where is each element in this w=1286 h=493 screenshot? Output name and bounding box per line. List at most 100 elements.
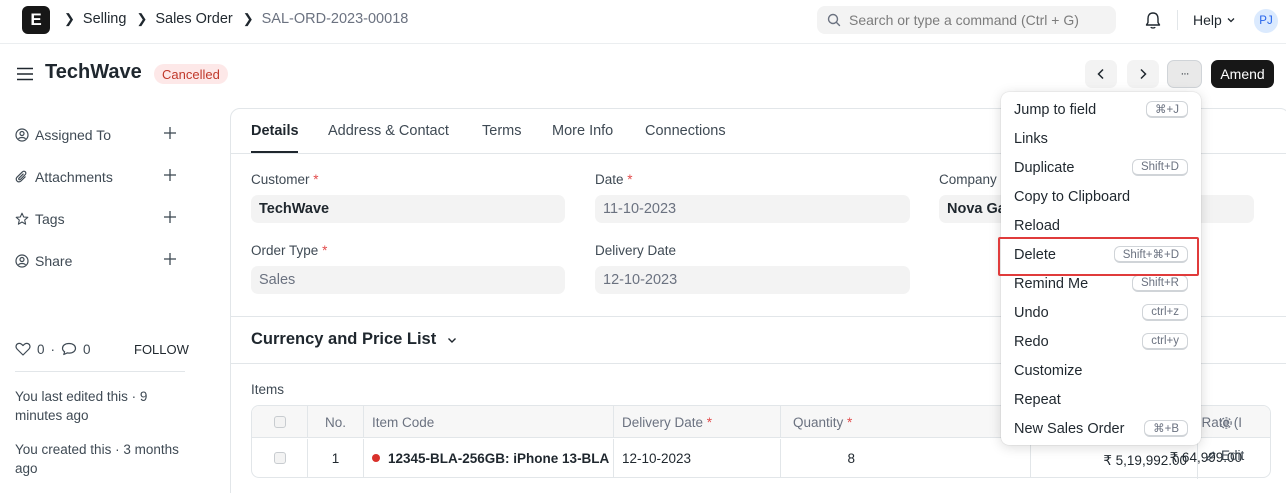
row-checkbox-cell[interactable] xyxy=(252,439,308,477)
menu-item-reload[interactable]: Reload xyxy=(1001,211,1201,240)
plus-icon[interactable] xyxy=(163,126,177,140)
search-input[interactable] xyxy=(849,12,1109,28)
tab-terms[interactable]: Terms xyxy=(482,123,521,139)
likes-count: 0 xyxy=(37,341,45,357)
plus-icon[interactable] xyxy=(163,210,177,224)
divider xyxy=(15,371,185,372)
menu-item-links[interactable]: Links xyxy=(1001,124,1201,153)
shortcut-badge: ctrl+z xyxy=(1142,304,1188,321)
row-no: 1 xyxy=(308,439,364,477)
more-actions-button[interactable]: ··· xyxy=(1167,60,1202,88)
delivery-date-label: Delivery Date xyxy=(595,243,677,258)
menu-item-customize[interactable]: Customize xyxy=(1001,356,1201,385)
menu-item-new-sales-order[interactable]: New Sales Order ⌘+B xyxy=(1001,414,1201,443)
col-delivery-date: Delivery Date * xyxy=(614,406,781,438)
search-bar[interactable] xyxy=(817,6,1116,34)
paperclip-icon xyxy=(15,170,27,183)
breadcrumb-document[interactable]: SAL-ORD-2023-00018 xyxy=(262,11,409,27)
sidebar-item-label: Tags xyxy=(35,211,65,227)
shortcut-badge: ⌘+J xyxy=(1146,101,1188,118)
chevron-down-icon xyxy=(1227,18,1235,23)
page-title: TechWave xyxy=(45,61,142,83)
checkbox[interactable] xyxy=(273,452,286,464)
menu-item-duplicate[interactable]: Duplicate Shift+D xyxy=(1001,153,1201,182)
company-label: Company xyxy=(939,172,997,187)
row-item-code[interactable]: 12345-BLA-256GB: iPhone 13-BLA xyxy=(364,439,614,477)
sidebar-item-label: Share xyxy=(35,253,73,269)
bell-icon[interactable] xyxy=(1144,11,1162,31)
sidebar-item-share[interactable]: Share xyxy=(15,250,185,272)
help-label: Help xyxy=(1193,12,1222,28)
menu-item-copy-to-clipboard[interactable]: Copy to Clipboard xyxy=(1001,182,1201,211)
row-quantity[interactable]: 8 xyxy=(781,439,1031,477)
share-icon xyxy=(15,254,29,268)
col-quantity: Quantity * xyxy=(781,406,1031,438)
gear-icon[interactable] xyxy=(1219,416,1233,430)
sidebar-item-attachments[interactable]: Attachments xyxy=(15,166,185,188)
date-field[interactable]: 11-10-2023 xyxy=(595,195,910,223)
chevron-right-icon: ❯ xyxy=(64,11,75,26)
delivery-date-field[interactable]: 12-10-2023 xyxy=(595,266,910,294)
breadcrumb-selling[interactable]: Selling xyxy=(83,11,127,27)
select-all-checkbox[interactable] xyxy=(252,406,308,438)
pencil-icon xyxy=(1206,450,1216,461)
shortcut-badge: Shift+D xyxy=(1131,159,1188,176)
plus-icon[interactable] xyxy=(163,252,177,266)
checkbox[interactable] xyxy=(273,416,286,428)
row-delivery-date[interactable]: 12-10-2023 xyxy=(614,439,781,477)
amend-button[interactable]: Amend xyxy=(1211,60,1274,88)
status-badge: Cancelled xyxy=(154,64,228,84)
chevron-down-icon xyxy=(448,337,457,343)
shortcut-badge: ctrl+y xyxy=(1142,333,1188,350)
plus-icon[interactable] xyxy=(163,168,177,182)
section-currency-price-list[interactable]: Currency and Price List xyxy=(251,330,458,349)
chevron-right-icon xyxy=(1140,68,1147,80)
order-type-field[interactable]: Sales xyxy=(251,266,565,294)
avatar[interactable]: PJ xyxy=(1254,9,1278,33)
tab-more-info[interactable]: More Info xyxy=(552,123,613,139)
order-type-label: Order Type * xyxy=(251,243,328,258)
delete-highlight-box xyxy=(998,237,1199,276)
breadcrumb-sales-order[interactable]: Sales Order xyxy=(155,11,232,27)
menu-item-repeat[interactable]: Repeat xyxy=(1001,385,1201,414)
logo-icon[interactable]: E xyxy=(22,6,50,34)
previous-doc-button[interactable] xyxy=(1085,60,1117,88)
menu-item-jump-to-field[interactable]: Jump to field ⌘+J xyxy=(1001,95,1201,124)
last-edited-note: You last edited this · 9 minutes ago xyxy=(15,389,148,423)
sidebar-stats: 0 · 0 FOLLOW xyxy=(15,339,189,359)
star-icon xyxy=(15,212,29,225)
chevron-left-icon xyxy=(1097,68,1104,80)
menu-item-undo[interactable]: Undo ctrl+z xyxy=(1001,298,1201,327)
shortcut-badge: ⌘+B xyxy=(1144,420,1188,437)
follow-button[interactable]: FOLLOW xyxy=(134,342,189,357)
row-amount: ₹ 5,19,992.00 xyxy=(1030,441,1198,479)
customer-label: Customer * xyxy=(251,172,319,187)
active-tab-indicator xyxy=(251,151,298,153)
customer-field[interactable]: TechWave xyxy=(251,195,565,223)
tab-address-contact[interactable]: Address & Contact xyxy=(328,123,449,139)
dot-separator: · xyxy=(50,341,56,357)
col-no: No. xyxy=(308,406,364,438)
col-item-code: Item Code xyxy=(364,406,614,438)
next-doc-button[interactable] xyxy=(1127,60,1159,88)
divider xyxy=(1177,10,1178,30)
sidebar-item-label: Assigned To xyxy=(35,127,112,143)
menu-item-redo[interactable]: Redo ctrl+y xyxy=(1001,327,1201,356)
row-edit-button[interactable]: Edit xyxy=(1205,448,1244,463)
comment-icon[interactable] xyxy=(61,342,77,356)
items-label: Items xyxy=(251,382,285,397)
comments-count: 0 xyxy=(83,341,91,357)
sidebar-item-assigned-to[interactable]: Assigned To xyxy=(15,124,185,146)
heart-icon[interactable] xyxy=(15,342,31,356)
date-label: Date * xyxy=(595,172,633,187)
sidebar-item-label: Attachments xyxy=(35,169,113,185)
top-navbar: E ❯ Selling ❯ Sales Order ❯ SAL-ORD-2023… xyxy=(0,0,1286,44)
status-dot-icon xyxy=(372,454,380,462)
help-menu[interactable]: Help xyxy=(1193,12,1236,28)
sidebar-item-tags[interactable]: Tags xyxy=(15,208,185,230)
tab-connections[interactable]: Connections xyxy=(645,123,726,139)
hamburger-icon[interactable] xyxy=(16,67,34,81)
tab-details[interactable]: Details xyxy=(251,123,299,139)
chevron-right-icon: ❯ xyxy=(136,11,148,26)
section-title: Currency and Price List xyxy=(251,330,437,348)
